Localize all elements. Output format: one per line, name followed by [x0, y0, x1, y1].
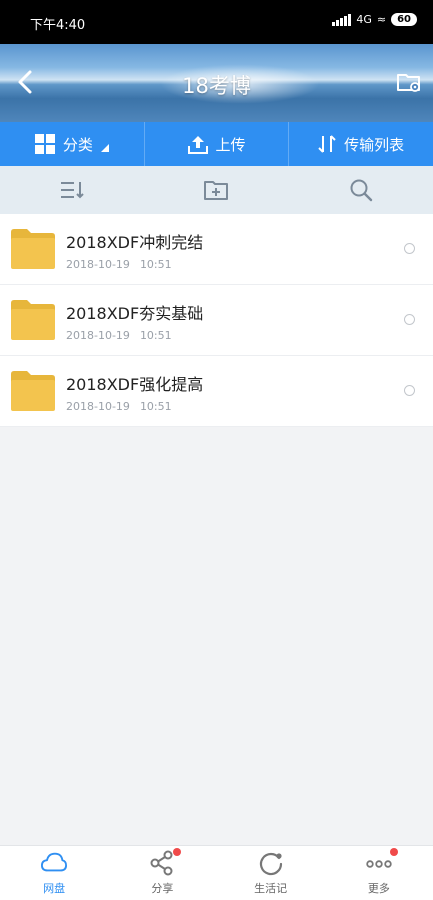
grid-icon	[34, 134, 55, 154]
upload-label: 上传	[215, 135, 246, 154]
status-indicators: 4G ≈ 60	[332, 13, 417, 26]
nav-item-life[interactable]: 生活记	[217, 846, 325, 900]
file-date: 2018-10-19 10:51	[66, 258, 172, 271]
refresh-icon	[259, 852, 282, 876]
status-bar: 下午4:40 4G ≈ 60	[0, 0, 433, 44]
select-radio[interactable]	[404, 314, 415, 325]
nav-item-more[interactable]: 更多	[325, 846, 433, 900]
notification-dot	[389, 848, 398, 856]
category-label: 分类	[62, 135, 93, 154]
nav-label: 更多	[367, 882, 390, 895]
share-icon	[150, 850, 173, 876]
nav-label: 分享	[151, 882, 174, 895]
new-folder-icon	[204, 181, 229, 200]
cloud-icon	[41, 852, 68, 872]
transfer-list-button[interactable]: 传输列表	[289, 122, 433, 166]
file-row[interactable]: 2018XDF冲刺完结 2018-10-19 10:51	[0, 214, 433, 285]
file-date: 2018-10-19 10:51	[66, 329, 172, 342]
file-toolbar	[0, 166, 433, 214]
file-name: 2018XDF冲刺完结	[66, 233, 204, 252]
file-row[interactable]: 2018XDF强化提高 2018-10-19 10:51	[0, 356, 433, 427]
folder-settings-button[interactable]	[395, 68, 423, 96]
nav-item-share[interactable]: 分享	[108, 846, 216, 900]
file-date: 2018-10-19 10:51	[66, 400, 172, 413]
folder-icon	[11, 229, 55, 269]
category-button[interactable]: 分类	[0, 122, 145, 166]
more-icon	[366, 860, 392, 868]
app-header: 18考博	[0, 44, 433, 122]
file-name: 2018XDF强化提高	[66, 375, 204, 394]
file-row[interactable]: 2018XDF夯实基础 2018-10-19 10:51	[0, 285, 433, 356]
action-bar: 分类 上传 传输列表	[0, 122, 433, 166]
folder-icon	[11, 300, 55, 340]
status-time: 下午4:40	[30, 18, 86, 33]
nav-label: 生活记	[254, 882, 288, 895]
page-title: 18考博	[182, 74, 251, 98]
file-name: 2018XDF夯实基础	[66, 304, 204, 323]
battery-icon: 60	[391, 13, 417, 26]
dropdown-triangle-icon	[100, 144, 109, 152]
folder-icon	[11, 371, 55, 411]
transfer-list-label: 传输列表	[344, 135, 405, 154]
bottom-nav: 网盘 分享 生活记 更多	[0, 845, 433, 900]
new-folder-button[interactable]	[144, 166, 288, 214]
nav-item-netdisk[interactable]: 网盘	[0, 846, 108, 900]
search-icon	[350, 179, 373, 202]
select-radio[interactable]	[404, 385, 415, 396]
signal-icon	[332, 13, 352, 26]
transfer-icon	[318, 135, 336, 153]
upload-button[interactable]: 上传	[145, 122, 290, 166]
select-radio[interactable]	[404, 243, 415, 254]
wifi-icon: ≈	[376, 13, 387, 26]
notification-dot	[173, 848, 182, 856]
network-type: 4G	[356, 13, 372, 26]
nav-label: 网盘	[43, 882, 66, 895]
more-icon-wrap	[366, 848, 398, 876]
folder-settings-icon	[397, 74, 420, 92]
file-list: 2018XDF冲刺完结 2018-10-19 10:51 2018XDF夯实基础 …	[0, 214, 433, 427]
share-icon-wrap	[149, 848, 182, 876]
search-button[interactable]	[289, 166, 433, 214]
sort-button[interactable]	[0, 166, 144, 214]
sort-icon	[61, 182, 84, 199]
upload-icon	[187, 136, 208, 154]
